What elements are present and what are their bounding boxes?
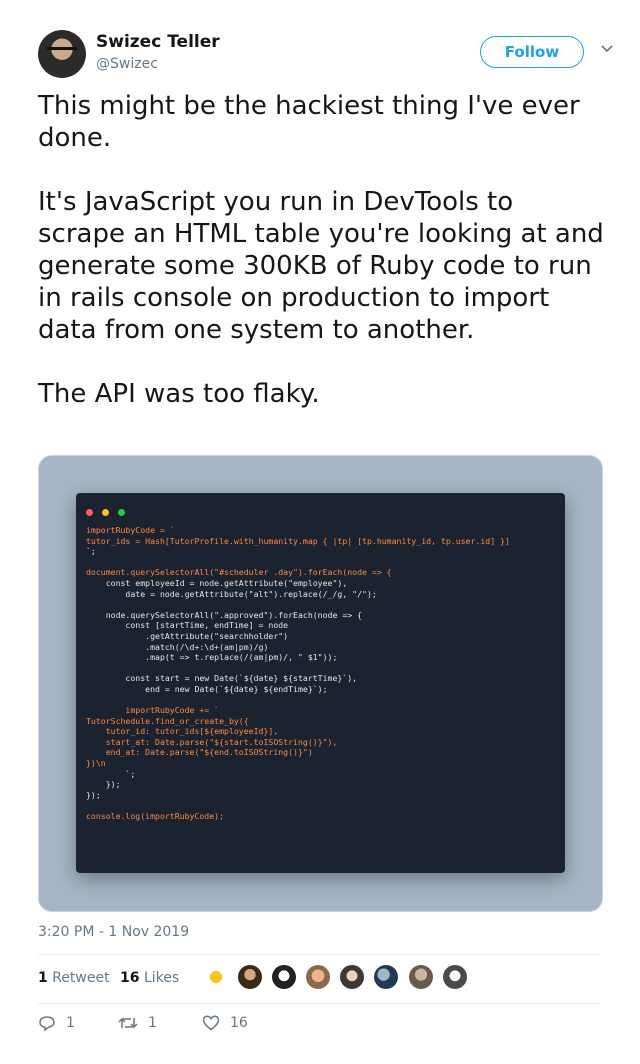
code-line: importRubyCode = ` [86, 525, 175, 535]
reply-button[interactable]: 1 [38, 1014, 75, 1038]
tweet-actions: 1 1 16 [38, 1014, 600, 1038]
liker-avatar[interactable] [306, 965, 331, 989]
code-line: importRubyCode += ` [86, 705, 220, 716]
like-stat[interactable]: 16 Likes [120, 970, 179, 986]
liker-avatar[interactable] [408, 965, 433, 989]
code-line: end = new Date(`${date} ${endTime}`); [86, 683, 328, 694]
code-block: importRubyCode = ` tutor_ids = Hash[Tutor… [86, 525, 559, 822]
tweet-stats: 1 Retweet 16 Likes [38, 954, 600, 1004]
liker-avatar[interactable] [238, 965, 263, 989]
code-line: .map(t => t.replace(/(am|pm)/, " $1")); [86, 652, 338, 663]
retweet-count: 1 [38, 970, 48, 986]
liker-avatar[interactable] [272, 965, 297, 989]
heart-icon [202, 1015, 220, 1031]
tweet-header: Swizec Teller @Swizec Follow [38, 28, 620, 84]
window-controls [86, 501, 129, 520]
retweet-label: Retweet [52, 970, 110, 986]
close-dot [86, 509, 93, 516]
author-handle[interactable]: @Swizec [96, 56, 158, 72]
code-line: .match(/\d+:\d+(am|pm)/g) [86, 641, 269, 652]
code-line: .getAttribute("searchholder") [86, 630, 289, 641]
liker-avatar[interactable] [442, 965, 467, 989]
code-line: TutorSchedule.find_or_create_by({ [86, 715, 249, 726]
retweet-stat[interactable]: 1 Retweet [38, 970, 110, 986]
like-action-count: 16 [230, 1015, 248, 1031]
retweet-icon [118, 1017, 138, 1029]
code-line: const start = new Date(`${date} ${startT… [86, 673, 358, 684]
code-line: }); [86, 779, 121, 790]
code-line: tutor_id: tutor_ids[${employeeId}], [86, 726, 279, 737]
like-label: Likes [143, 970, 180, 986]
tweet-image[interactable]: importRubyCode = ` tutor_ids = Hash[Tutor… [38, 455, 603, 912]
code-line: `; [86, 546, 96, 557]
minimize-dot [102, 509, 110, 516]
like-button[interactable]: 16 [202, 1014, 248, 1038]
tweet-timestamp[interactable]: 3:20 PM - 1 Nov 2019 [38, 924, 189, 940]
liker-avatar[interactable] [340, 965, 365, 989]
code-line: })\n [86, 758, 106, 769]
code-line: start_at: Date.parse("${start.toISOStrin… [86, 736, 338, 747]
liker-avatars [204, 965, 472, 989]
code-window: importRubyCode = ` tutor_ids = Hash[Tutor… [76, 493, 565, 873]
tweet-text: This might be the hackiest thing I've ev… [38, 91, 604, 409]
code-line: console.log(importRubyCode); [86, 811, 225, 822]
like-count: 16 [120, 970, 140, 986]
maximize-dot [118, 509, 126, 516]
author-avatar[interactable] [38, 30, 86, 78]
code-line: const employeeId = node.getAttribute("em… [86, 577, 348, 588]
reply-count: 1 [66, 1015, 75, 1031]
code-line: tutor_ids = Hash[TutorProfile.with_human… [86, 535, 510, 546]
code-line: const [startTime, endTime] = node [86, 620, 289, 631]
author-name[interactable]: Swizec Teller [96, 32, 220, 52]
code-line: document.querySelectorAll("#scheduler .d… [86, 567, 392, 578]
code-line: date = node.getAttribute("alt").replace(… [86, 588, 377, 599]
follow-button[interactable]: Follow [480, 36, 584, 68]
code-line: }); [86, 789, 101, 800]
code-line: `; [86, 768, 136, 779]
code-line: node.querySelectorAll(".approved").forEa… [86, 609, 363, 620]
liker-avatar[interactable] [204, 965, 228, 989]
liker-avatar[interactable] [374, 965, 399, 989]
reply-icon [39, 1016, 55, 1032]
code-line: end_at: Date.parse("${end.toISOString()}… [86, 747, 313, 758]
chevron-down-icon[interactable] [600, 42, 614, 56]
retweet-button[interactable]: 1 [118, 1014, 157, 1038]
retweet-action-count: 1 [148, 1015, 157, 1031]
